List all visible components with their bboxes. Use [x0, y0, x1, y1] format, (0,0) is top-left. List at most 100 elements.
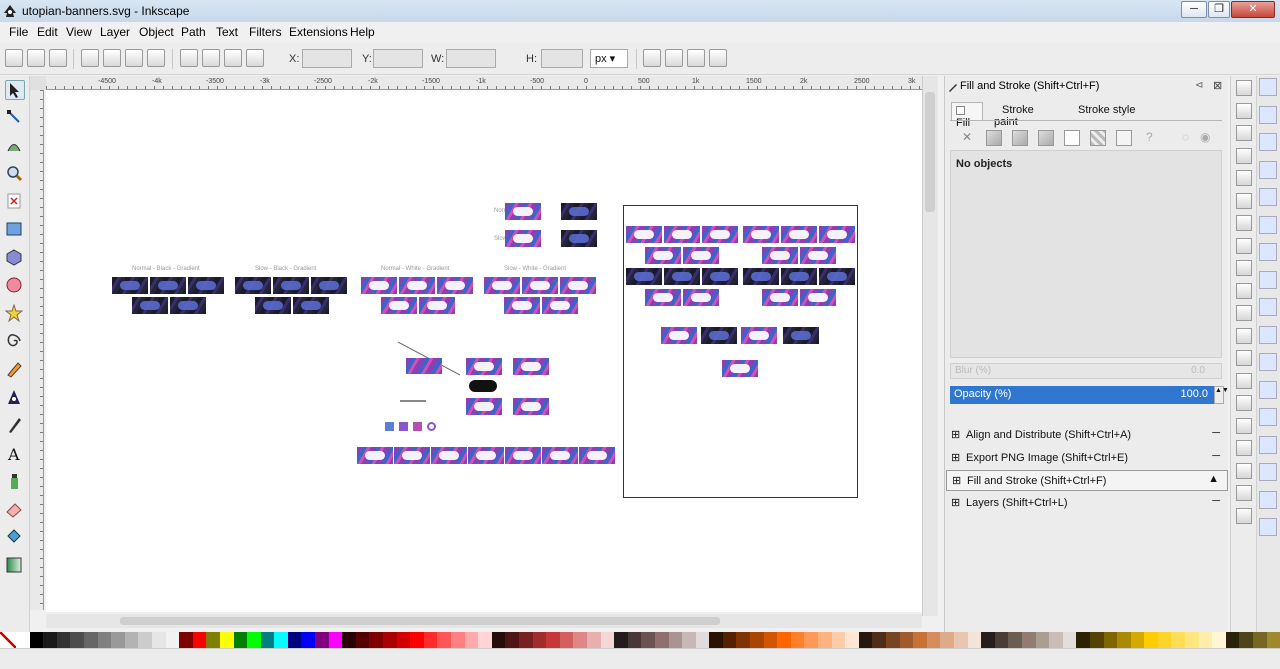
palette-swatch[interactable] — [926, 632, 941, 648]
palette-swatch[interactable] — [967, 632, 982, 648]
unit-select[interactable]: px ▾ — [590, 49, 628, 68]
select-all-layers-icon[interactable] — [27, 49, 45, 67]
flip-vertical-icon[interactable] — [147, 49, 165, 67]
palette-swatch[interactable] — [328, 632, 343, 648]
palette-swatch[interactable] — [355, 632, 370, 648]
palette-swatch[interactable] — [845, 632, 859, 648]
palette-swatch[interactable] — [1239, 632, 1254, 648]
banner-thumbnail[interactable] — [235, 277, 271, 294]
y-input[interactable] — [373, 49, 423, 68]
palette-swatch[interactable] — [559, 632, 574, 648]
gradient-swatch-rect[interactable] — [406, 358, 442, 374]
palette-swatch[interactable] — [858, 632, 873, 648]
zoom-page-icon[interactable] — [1236, 372, 1252, 389]
no-paint-icon[interactable]: ✕ — [962, 130, 972, 144]
palette-swatch[interactable] — [165, 632, 180, 648]
palette-swatch[interactable] — [1021, 632, 1036, 648]
palette-swatch[interactable] — [151, 632, 166, 648]
horizontal-scroll-thumb[interactable] — [120, 617, 720, 625]
banner-thumbnail[interactable] — [504, 297, 540, 314]
lower-icon[interactable] — [224, 49, 242, 67]
palette-swatch[interactable] — [97, 632, 112, 648]
panel-iconify-icon[interactable]: ⊲ — [1195, 80, 1203, 91]
banner-thumbnail[interactable] — [466, 398, 502, 415]
palette-swatch[interactable] — [451, 632, 465, 648]
snap-rotation-center-icon[interactable] — [1259, 435, 1277, 454]
tab-stroke-style[interactable]: Stroke style — [1064, 102, 1140, 120]
banner-thumbnail[interactable] — [437, 277, 473, 294]
banner-thumbnail[interactable] — [419, 297, 455, 314]
palette-swatch[interactable] — [274, 632, 288, 648]
import-icon[interactable] — [1236, 170, 1252, 186]
opacity-spin-button[interactable]: ▲▼ — [1214, 386, 1229, 404]
select-all-icon[interactable] — [5, 49, 23, 67]
banner-thumbnail[interactable] — [645, 289, 681, 306]
banner-thumbnail[interactable] — [484, 277, 520, 294]
palette-swatch[interactable] — [1049, 632, 1063, 648]
snap-nodes-icon[interactable] — [1259, 243, 1277, 261]
h-input[interactable] — [541, 49, 583, 68]
banner-thumbnail[interactable] — [513, 358, 549, 375]
palette-swatch[interactable] — [192, 632, 207, 648]
mesh-gradient-icon[interactable] — [1064, 130, 1080, 146]
node-tool-icon[interactable] — [5, 108, 25, 128]
print-icon[interactable] — [1236, 147, 1252, 164]
palette-swatch[interactable] — [1089, 632, 1104, 648]
palette-swatch[interactable] — [600, 632, 615, 648]
blur-slider[interactable]: Blur (%) 0.0 — [950, 363, 1222, 379]
panel-close-icon[interactable]: ⊠ — [1213, 79, 1222, 92]
palette-swatch[interactable] — [654, 632, 669, 648]
minimize-button[interactable]: ─ — [1181, 1, 1207, 18]
snap-midpoint-icon[interactable] — [1259, 380, 1277, 399]
banner-thumbnail[interactable] — [800, 289, 836, 306]
raise-icon[interactable] — [202, 49, 220, 67]
palette-swatch[interactable] — [532, 632, 547, 648]
palette-swatch[interactable] — [586, 632, 601, 648]
minimize-icon[interactable]: ─ — [1212, 427, 1220, 439]
palette-swatch[interactable] — [913, 632, 927, 648]
palette-swatch[interactable] — [260, 632, 275, 648]
palette-swatch[interactable] — [16, 632, 30, 648]
vertical-scroll-thumb[interactable] — [925, 92, 935, 212]
no-color-swatch[interactable] — [0, 632, 16, 648]
palette-swatch[interactable] — [385, 422, 394, 431]
duplicate-icon[interactable] — [1236, 395, 1252, 411]
banner-thumbnail[interactable] — [722, 360, 758, 377]
star-tool-icon[interactable] — [4, 303, 25, 324]
menu-filters[interactable]: Filters — [249, 25, 282, 39]
banner-thumbnail[interactable] — [431, 447, 467, 464]
palette-swatch[interactable] — [43, 632, 57, 648]
banner-thumbnail[interactable] — [293, 297, 329, 314]
palette-swatch[interactable] — [383, 632, 397, 648]
gradient-tool-icon[interactable] — [5, 556, 25, 576]
calligraphy-tool-icon[interactable] — [5, 416, 25, 436]
banner-thumbnail[interactable] — [311, 277, 347, 294]
snap-bbox-midpoint-icon[interactable] — [1259, 188, 1277, 206]
banner-thumbnail[interactable] — [579, 447, 615, 464]
unset-paint-icon[interactable]: ? — [1146, 130, 1153, 144]
banner-thumbnail[interactable] — [505, 203, 541, 220]
menu-view[interactable]: View — [66, 25, 92, 39]
palette-swatch[interactable] — [777, 632, 791, 648]
redo-icon[interactable] — [1236, 237, 1252, 254]
palette-swatch[interactable] — [505, 632, 519, 648]
palette-swatch[interactable] — [886, 632, 900, 648]
palette-swatch[interactable] — [369, 632, 384, 648]
palette-swatch[interactable] — [1130, 632, 1145, 648]
scale-corners-icon[interactable] — [665, 49, 683, 67]
pattern-icon[interactable] — [1090, 130, 1106, 146]
clone-icon[interactable] — [1236, 417, 1252, 434]
snap-bbox-icon[interactable] — [1259, 105, 1277, 124]
new-document-icon[interactable] — [1236, 80, 1252, 96]
fill-rule-evenodd-icon[interactable]: ◌ — [1182, 130, 1189, 144]
close-button[interactable]: ✕ — [1231, 1, 1275, 18]
palette-swatch[interactable] — [301, 632, 316, 648]
palette-swatch[interactable] — [1035, 632, 1050, 648]
transform-gradients-icon[interactable] — [687, 49, 705, 67]
minimize-icon[interactable]: ─ — [1212, 450, 1220, 462]
banner-thumbnail[interactable] — [513, 398, 549, 415]
palette-swatch[interactable] — [219, 632, 234, 648]
palette-swatch[interactable] — [1185, 632, 1199, 648]
banner-thumbnail[interactable] — [702, 226, 738, 243]
ellipse-tool-icon[interactable] — [5, 276, 25, 296]
